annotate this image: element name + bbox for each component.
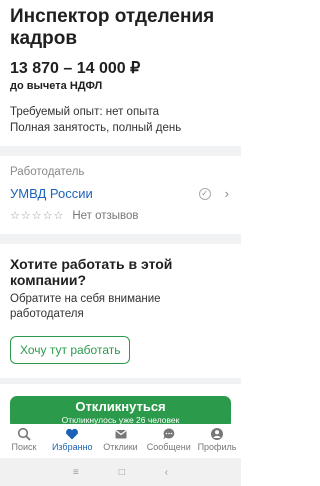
tab-label: Отклики — [103, 442, 138, 452]
tab-search[interactable]: Поиск — [0, 424, 48, 456]
salary-tax-note: до вычета НДФЛ — [10, 80, 103, 92]
chevron-right-icon[interactable]: › — [225, 186, 229, 201]
bottom-tab-bar: Поиск Избранно Отклики Сообщени Профиль — [0, 424, 241, 456]
section-divider — [0, 378, 241, 384]
employer-card[interactable]: Работодатель УМВД России ✓ › ☆☆☆☆☆ Нет о… — [0, 156, 241, 234]
want-to-work-button[interactable]: Хочу тут работать — [10, 336, 131, 364]
menu-icon[interactable]: ≡ — [73, 467, 79, 478]
verified-icon: ✓ — [198, 187, 211, 200]
tab-label: Сообщени — [146, 442, 191, 452]
cta-text: Обратите на себя внимание работодателя — [10, 293, 161, 320]
employer-rating: ☆☆☆☆☆ Нет отзывов — [10, 209, 231, 223]
person-icon — [211, 428, 223, 440]
cta-title: Хотите работать в этой компании? — [10, 256, 173, 288]
back-icon[interactable]: ‹ — [165, 467, 168, 478]
search-icon — [17, 427, 31, 441]
experience-text: Требуемый опыт: нет опыта — [10, 106, 159, 118]
tab-messages[interactable]: Сообщени — [145, 424, 193, 456]
employment-text: Полная занятость, полный день — [10, 122, 182, 134]
chat-icon — [163, 428, 175, 440]
envelope-icon — [114, 430, 127, 439]
tab-favorites[interactable]: Избранно — [48, 424, 96, 456]
system-navigation-bar: ≡ □ ‹ — [0, 458, 241, 486]
home-icon[interactable]: □ — [119, 467, 125, 478]
vacancy-salary: 13 870 – 14 000 ₽ — [10, 60, 141, 77]
employer-name-link[interactable]: УМВД России — [10, 186, 199, 201]
vacancy-title: Инспектор отделения кадров — [10, 6, 215, 49]
employer-label: Работодатель — [10, 166, 85, 178]
vacancy-header: Инспектор отделения кадров 13 870 – 14 0… — [0, 6, 241, 134]
tab-label: Поиск — [11, 442, 37, 452]
section-divider — [0, 234, 241, 244]
tab-label: Избранно — [51, 442, 93, 452]
reviews-count: Нет отзывов — [72, 209, 139, 222]
tab-profile[interactable]: Профиль — [193, 424, 241, 456]
tab-label: Профиль — [197, 442, 237, 452]
work-here-section: Хотите работать в этой компании? Обратит… — [0, 244, 241, 378]
respond-label: Откликнуться — [75, 399, 166, 414]
star-rating-icon: ☆☆☆☆☆ — [10, 210, 65, 222]
section-divider — [0, 146, 241, 156]
heart-icon — [66, 428, 79, 440]
tab-responses[interactable]: Отклики — [97, 424, 145, 456]
